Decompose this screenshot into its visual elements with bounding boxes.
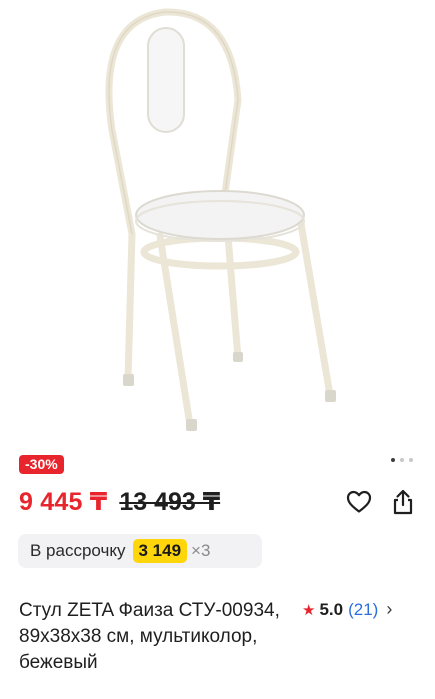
chevron-right-icon: ›	[386, 599, 393, 619]
favorite-button[interactable]	[344, 487, 374, 517]
product-rating[interactable]: ★ 5.0 (21) ›	[302, 599, 392, 620]
rating-value: 5.0	[319, 599, 344, 619]
share-icon	[393, 489, 413, 515]
chair-photo	[105, 8, 336, 431]
installment-label: В рассрочку	[30, 541, 126, 560]
discount-badge: -30%	[19, 455, 64, 474]
gallery-dot	[391, 458, 395, 462]
installment-amount: 3 149	[132, 539, 188, 563]
rating-count[interactable]: (21)	[348, 600, 378, 620]
product-image-gallery[interactable]	[0, 0, 435, 448]
price-old: 13 493 ₸	[119, 488, 221, 516]
price-row: 9 445 ₸ 13 493 ₸	[19, 485, 220, 519]
gallery-pagination	[391, 458, 413, 462]
gallery-dot	[400, 458, 404, 462]
installment-offer[interactable]: В рассрочку 3 149 ×3	[18, 534, 262, 568]
product-title: Стул ZETA Фаиза СТУ-00934, 89x38x38 см, …	[19, 600, 280, 673]
price-current: 9 445 ₸	[19, 488, 108, 516]
gallery-dot	[409, 458, 413, 462]
heart-icon	[346, 490, 372, 513]
star-icon: ★	[302, 601, 316, 619]
installment-multiplier: ×3	[191, 541, 211, 560]
share-button[interactable]	[388, 487, 418, 517]
